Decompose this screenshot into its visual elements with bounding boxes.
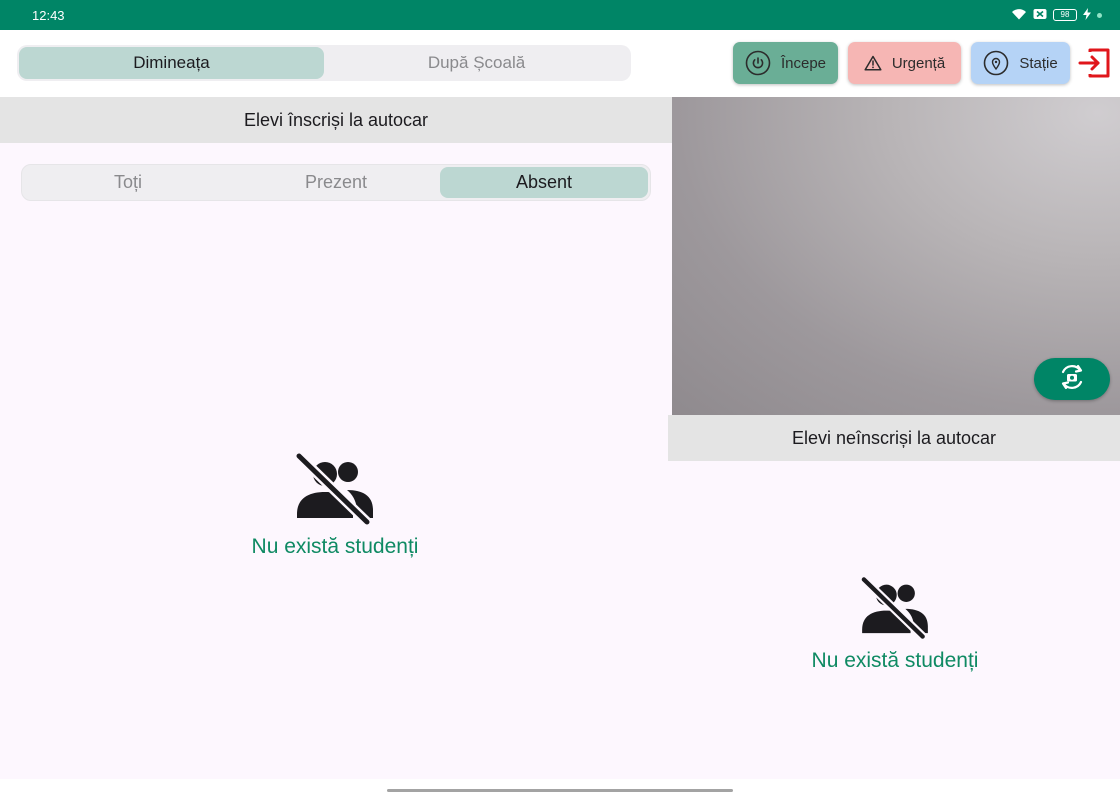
start-label: Începe [780,54,827,72]
enrolled-students-header: Elevi înscriși la autocar [0,97,672,143]
unenrolled-students-header: Elevi neînscriși la autocar [668,415,1120,461]
no-students-icon [294,451,375,531]
urgent-button[interactable]: Urgență [848,42,961,84]
filter-prezent[interactable]: Prezent [232,167,440,198]
power-icon [745,50,771,76]
sim-off-icon [1033,8,1047,23]
home-indicator[interactable] [387,789,733,792]
enrolled-empty-text: Nu există studenți [251,535,419,558]
camera-flip-icon [1058,364,1086,395]
notification-dot-icon [1097,12,1102,18]
filter-absent[interactable]: Absent [440,167,648,198]
unenrolled-empty-text: Nu există studenți [811,649,979,672]
status-time: 12:43 [32,7,65,23]
location-pin-icon [983,50,1009,76]
switch-camera-button[interactable] [1034,358,1110,400]
tab-dimineata[interactable]: Dimineața [19,47,324,79]
attendance-filter: Toți Prezent Absent [21,164,651,201]
shift-selector: Dimineața După Școală [17,45,631,81]
status-bar: 12:43 98 [0,0,1120,30]
unenrolled-students-title: Elevi neînscriși la autocar [791,427,997,448]
unenrolled-empty-state: Nu există studenți [750,575,1040,673]
charging-icon [1083,7,1091,23]
station-label: Stație [1019,54,1058,72]
logout-icon[interactable] [1078,46,1112,80]
enrolled-empty-state: Nu există studenți [190,451,480,559]
wifi-icon [1011,8,1027,23]
tab-dupa-scoala[interactable]: După Școală [324,47,629,79]
filter-toti[interactable]: Toți [24,167,232,198]
warning-icon [864,55,882,71]
station-button[interactable]: Stație [971,42,1070,84]
enrolled-students-title: Elevi înscriși la autocar [243,109,429,130]
no-students-icon [859,575,930,645]
top-app-bar: Dimineața După Școală Începe Urgență Sta… [0,30,1120,97]
battery-icon: 98 [1053,9,1077,21]
status-icons: 98 [1011,7,1102,23]
urgent-label: Urgență [891,54,946,72]
start-button[interactable]: Începe [733,42,838,84]
